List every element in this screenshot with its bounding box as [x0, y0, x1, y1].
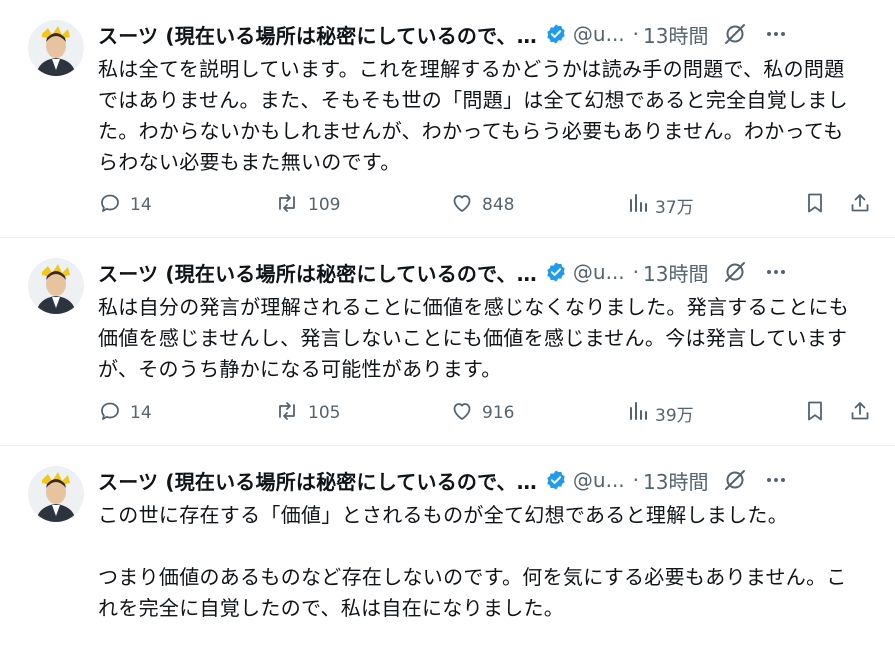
reply-icon [98, 191, 122, 220]
like-count: 848 [482, 195, 515, 215]
verified-badge-icon[interactable] [545, 23, 567, 45]
author-handle[interactable]: @u... [573, 260, 625, 284]
like-icon [450, 191, 474, 220]
more-icon[interactable] [764, 468, 788, 492]
tweet-text: 私は自分の発言が理解されることに価値を感じなくなりました。発言することにも価値を… [98, 292, 858, 385]
separator-dot: · [632, 22, 640, 46]
bookmark-icon [803, 191, 827, 220]
avatar[interactable] [28, 258, 84, 314]
reply-button[interactable]: 14 [98, 399, 152, 428]
tweet-paragraph: つまり価値のあるものなど存在しないのです。何を気にする必要もありません。これを完… [98, 565, 847, 620]
action-bar: 14 105 916 39万 [98, 398, 875, 428]
timestamp[interactable]: 13時間 [643, 20, 708, 49]
repost-button[interactable]: 105 [274, 399, 340, 428]
view-count: 37万 [655, 197, 694, 218]
repost-count: 105 [308, 403, 341, 423]
tweet[interactable]: スーツ (現在いる場所は秘密にしているので、… @u... · 13時間 私は全… [0, 0, 895, 238]
views-icon [627, 399, 649, 428]
tweet-paragraph: この世に存在する「価値」とされるものが全て幻想であると理解しました。 [98, 503, 788, 527]
author-handle[interactable]: @u... [573, 22, 625, 46]
bookmark-button[interactable] [803, 399, 827, 428]
grok-icon[interactable] [722, 259, 748, 285]
like-button[interactable]: 848 [450, 191, 514, 220]
bookmark-button[interactable] [803, 191, 827, 220]
repost-icon [274, 399, 300, 428]
views-icon [627, 191, 649, 220]
views-button[interactable]: 37万 [627, 191, 694, 220]
author-name[interactable]: スーツ (現在いる場所は秘密にしているので、… [98, 258, 537, 287]
tweet-text: 私は全てを説明しています。これを理解するかどうかは読み手の問題で、私の問題ではあ… [98, 54, 858, 178]
separator-dot: · [632, 468, 640, 492]
separator-dot: · [632, 260, 640, 284]
view-count: 39万 [655, 405, 694, 426]
like-button[interactable]: 916 [450, 399, 514, 428]
share-icon [848, 399, 872, 428]
views-button[interactable]: 39万 [627, 399, 694, 428]
verified-badge-icon[interactable] [545, 261, 567, 283]
more-icon[interactable] [764, 22, 788, 46]
share-icon [848, 191, 872, 220]
verified-badge-icon[interactable] [545, 469, 567, 491]
repost-button[interactable]: 109 [274, 191, 340, 220]
action-bar: 14 109 848 37万 [98, 190, 875, 220]
grok-icon[interactable] [722, 467, 748, 493]
repost-count: 109 [308, 195, 341, 215]
author-name[interactable]: スーツ (現在いる場所は秘密にしているので、… [98, 466, 537, 495]
bookmark-icon [803, 399, 827, 428]
author-name[interactable]: スーツ (現在いる場所は秘密にしているので、… [98, 20, 537, 49]
share-button[interactable] [848, 191, 872, 220]
timestamp[interactable]: 13時間 [643, 258, 708, 287]
like-count: 916 [482, 403, 515, 423]
tweet-paragraph: 私は全てを説明しています。これを理解するかどうかは読み手の問題で、私の問題ではあ… [98, 57, 848, 174]
grok-icon[interactable] [722, 21, 748, 47]
reply-count: 14 [130, 195, 152, 215]
tweet[interactable]: スーツ (現在いる場所は秘密にしているので、… @u... · 13時間 私は自… [0, 238, 895, 446]
reply-icon [98, 399, 122, 428]
share-button[interactable] [848, 399, 872, 428]
tweet-paragraph: 私は自分の発言が理解されることに価値を感じなくなりました。発言することにも価値を… [98, 295, 850, 381]
tweet-text: この世に存在する「価値」とされるものが全て幻想であると理解しました。 つまり価値… [98, 500, 858, 624]
like-icon [450, 399, 474, 428]
tweet[interactable]: スーツ (現在いる場所は秘密にしているので、… @u... · 13時間 この世… [0, 446, 895, 654]
avatar[interactable] [28, 466, 84, 522]
reply-count: 14 [130, 403, 152, 423]
more-icon[interactable] [764, 260, 788, 284]
reply-button[interactable]: 14 [98, 191, 152, 220]
author-handle[interactable]: @u... [573, 468, 625, 492]
repost-icon [274, 191, 300, 220]
avatar[interactable] [28, 20, 84, 76]
timestamp[interactable]: 13時間 [643, 466, 708, 495]
